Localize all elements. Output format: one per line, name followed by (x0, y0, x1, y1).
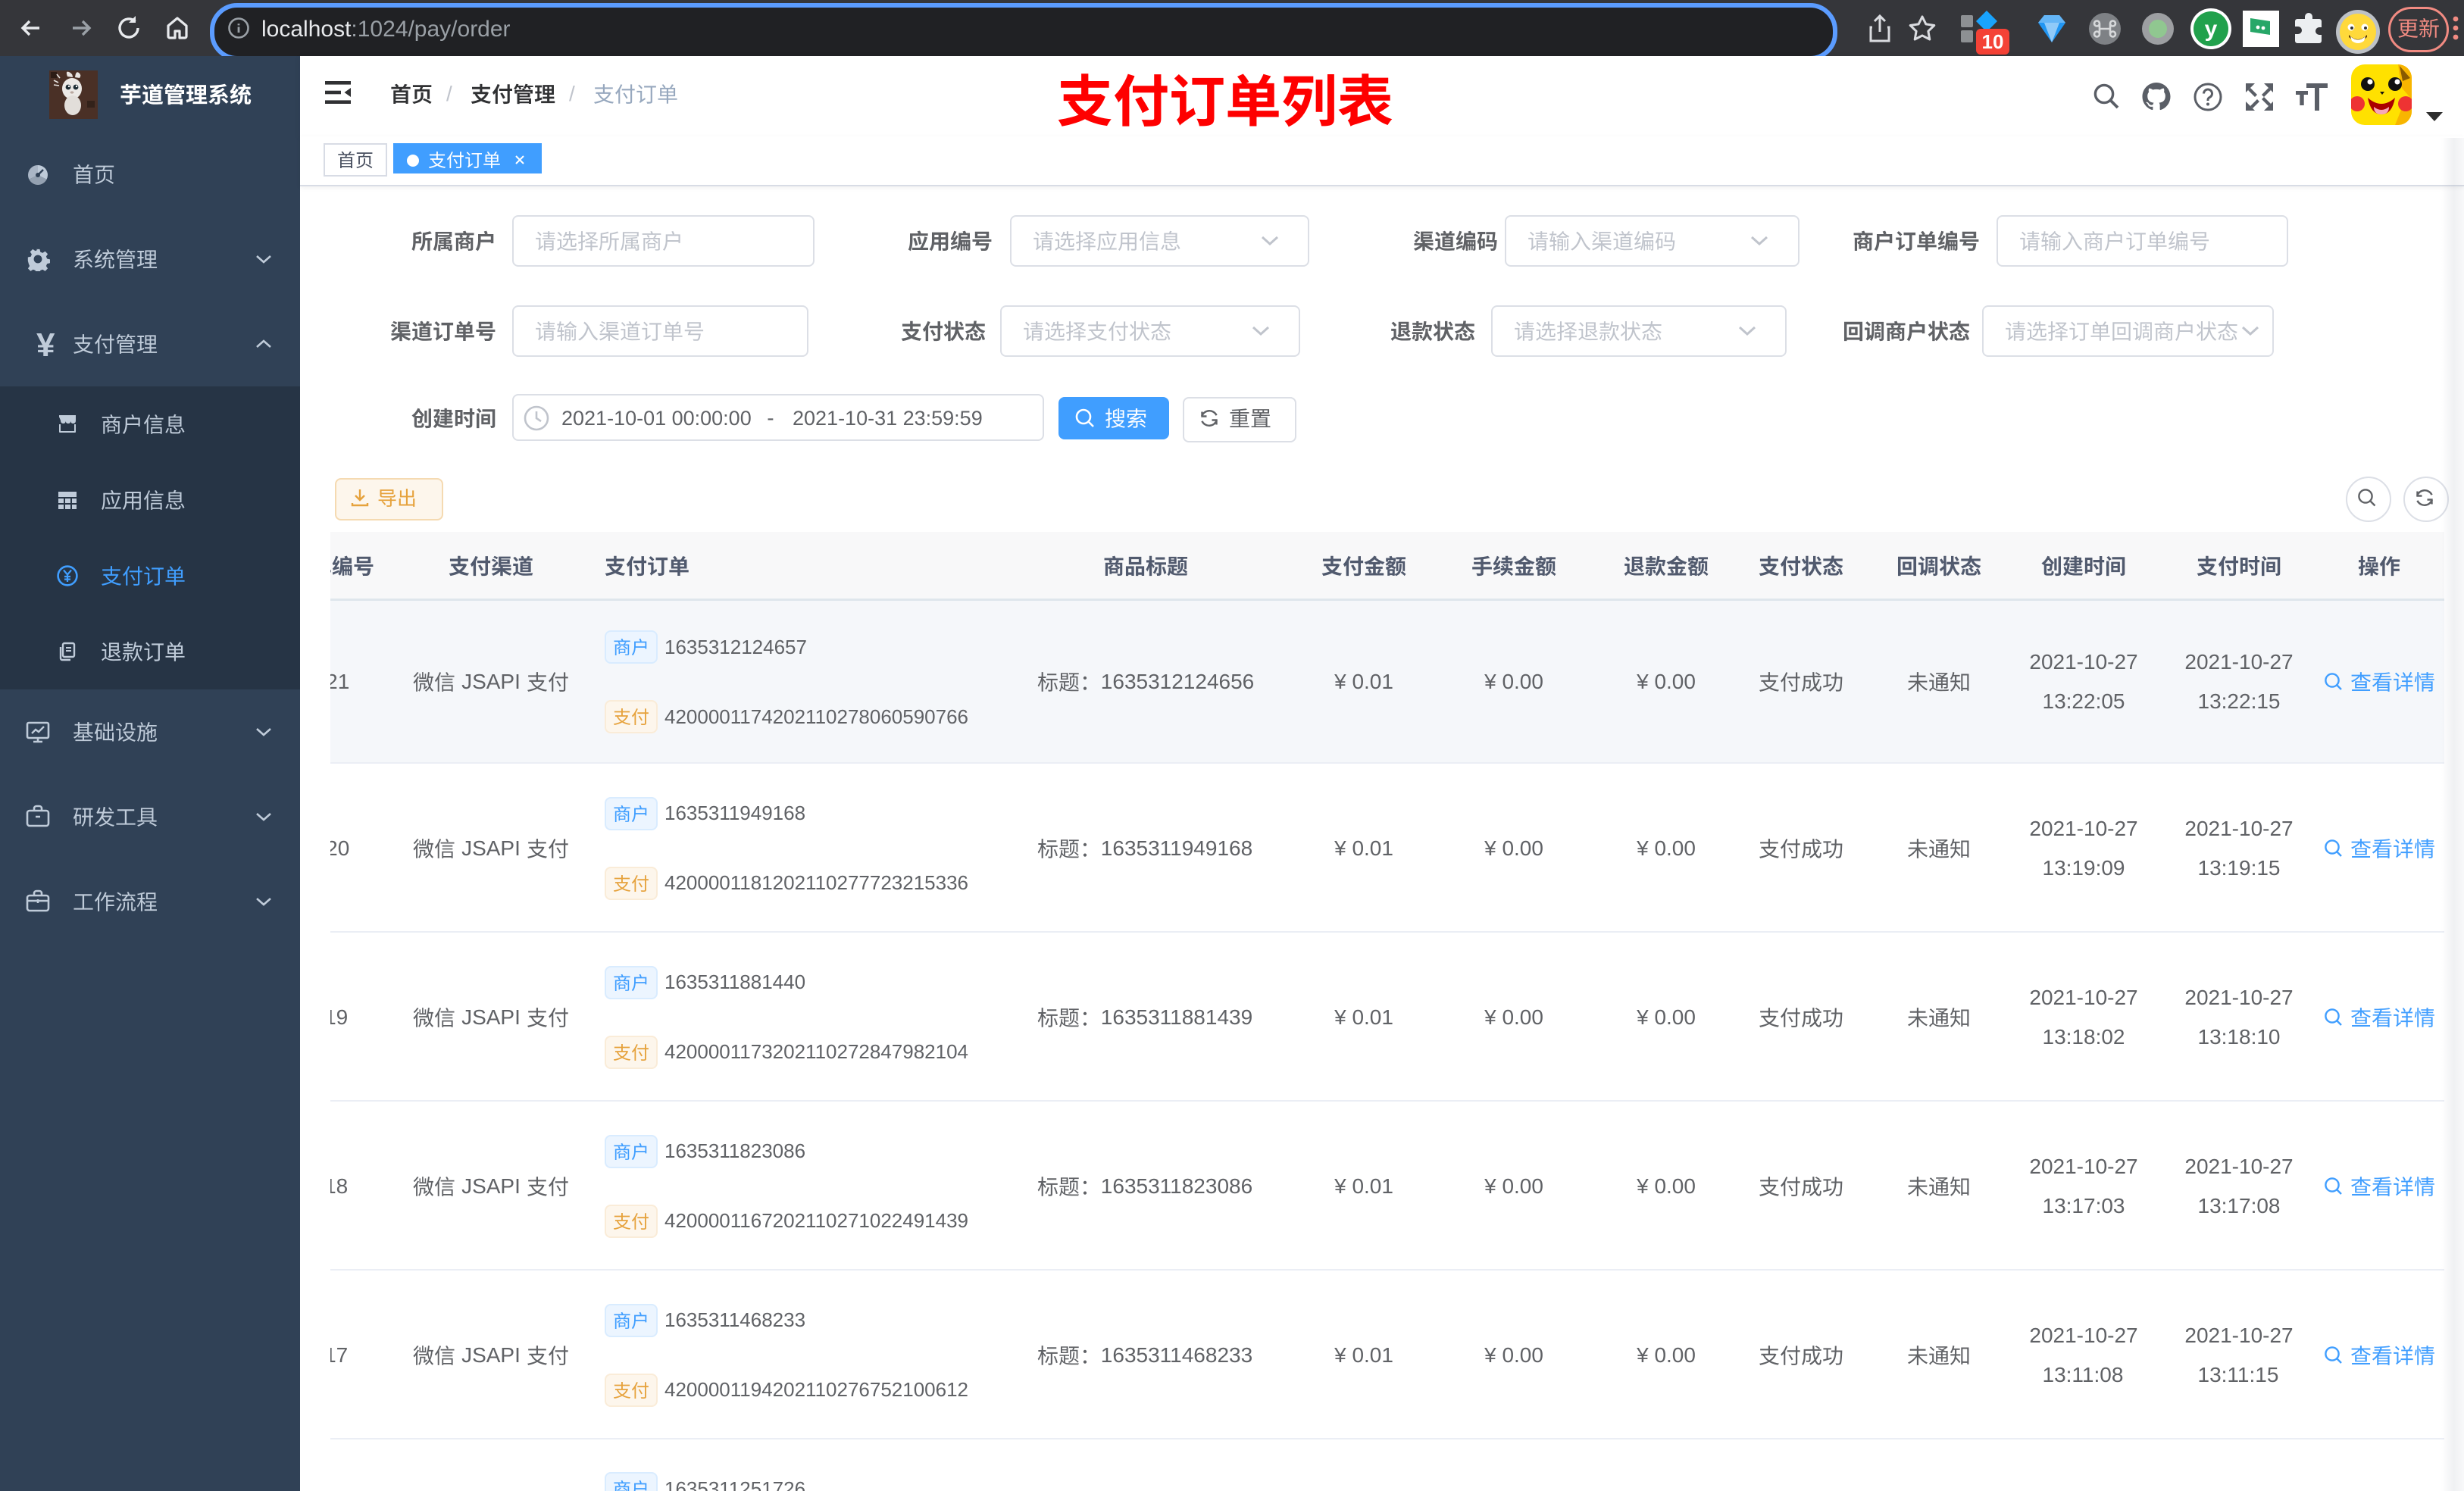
svg-text:10: 10 (1982, 30, 2004, 53)
svg-text:y: y (2205, 17, 2218, 42)
